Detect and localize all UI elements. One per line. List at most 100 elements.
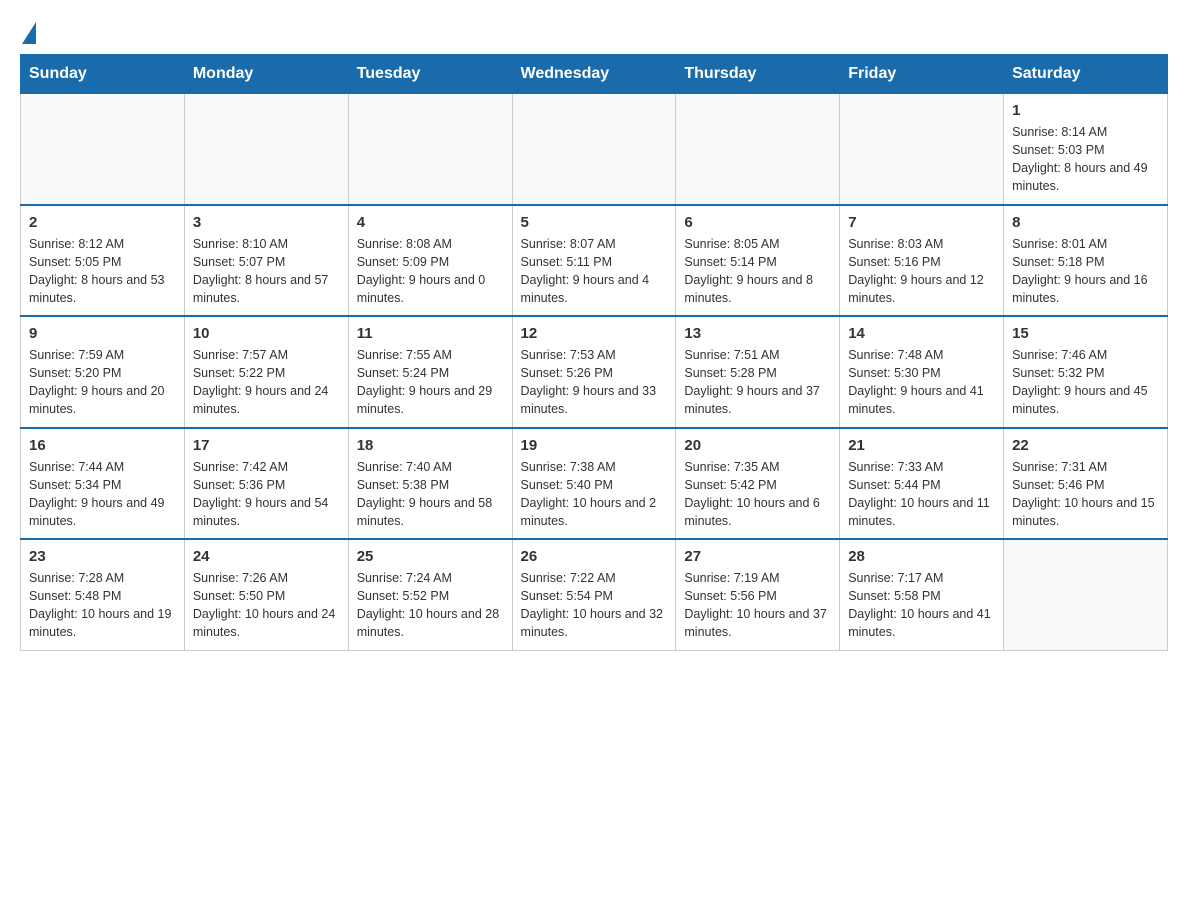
- calendar-week-row: 23 Sunrise: 7:28 AM Sunset: 5:48 PM Dayli…: [21, 539, 1168, 650]
- day-number: 18: [357, 437, 504, 454]
- day-of-week-header: Sunday: [21, 55, 185, 94]
- day-info: Sunrise: 7:40 AM Sunset: 5:38 PM Dayligh…: [357, 458, 504, 531]
- calendar-day-cell: 26 Sunrise: 7:22 AM Sunset: 5:54 PM Dayli…: [512, 539, 676, 650]
- day-info: Sunrise: 7:35 AM Sunset: 5:42 PM Dayligh…: [684, 458, 831, 531]
- page-header: [20, 20, 1168, 44]
- day-number: 5: [521, 214, 668, 231]
- day-number: 6: [684, 214, 831, 231]
- calendar-header-row: SundayMondayTuesdayWednesdayThursdayFrid…: [21, 55, 1168, 94]
- day-number: 9: [29, 325, 176, 342]
- day-number: 7: [848, 214, 995, 231]
- day-number: 20: [684, 437, 831, 454]
- day-number: 16: [29, 437, 176, 454]
- day-info: Sunrise: 8:08 AM Sunset: 5:09 PM Dayligh…: [357, 235, 504, 308]
- day-of-week-header: Saturday: [1004, 55, 1168, 94]
- day-number: 3: [193, 214, 340, 231]
- day-number: 17: [193, 437, 340, 454]
- calendar-day-cell: 17 Sunrise: 7:42 AM Sunset: 5:36 PM Dayli…: [184, 428, 348, 540]
- day-number: 14: [848, 325, 995, 342]
- day-number: 2: [29, 214, 176, 231]
- calendar-day-cell: 4 Sunrise: 8:08 AM Sunset: 5:09 PM Daylig…: [348, 205, 512, 317]
- calendar-day-cell: 24Sunrise: 7:26 AM Sunset: 5:50 PM Dayli…: [184, 539, 348, 650]
- calendar-day-cell: 12 Sunrise: 7:53 AM Sunset: 5:26 PM Dayli…: [512, 316, 676, 428]
- logo: [20, 20, 36, 44]
- day-info: Sunrise: 7:53 AM Sunset: 5:26 PM Dayligh…: [521, 346, 668, 419]
- day-info: Sunrise: 7:17 AM Sunset: 5:58 PM Dayligh…: [848, 569, 995, 642]
- calendar-day-cell: 13 Sunrise: 7:51 AM Sunset: 5:28 PM Dayli…: [676, 316, 840, 428]
- day-number: 10: [193, 325, 340, 342]
- calendar-table: SundayMondayTuesdayWednesdayThursdayFrid…: [20, 54, 1168, 651]
- day-number: 28: [848, 548, 995, 565]
- day-of-week-header: Monday: [184, 55, 348, 94]
- calendar-week-row: 9 Sunrise: 7:59 AM Sunset: 5:20 PM Daylig…: [21, 316, 1168, 428]
- day-info: Sunrise: 7:33 AM Sunset: 5:44 PM Dayligh…: [848, 458, 995, 531]
- day-number: 11: [357, 325, 504, 342]
- day-info: Sunrise: 7:22 AM Sunset: 5:54 PM Dayligh…: [521, 569, 668, 642]
- day-info: Sunrise: 8:05 AM Sunset: 5:14 PM Dayligh…: [684, 235, 831, 308]
- calendar-day-cell: 16 Sunrise: 7:44 AM Sunset: 5:34 PM Dayli…: [21, 428, 185, 540]
- day-info: Sunrise: 7:38 AM Sunset: 5:40 PM Dayligh…: [521, 458, 668, 531]
- calendar-day-cell: 22 Sunrise: 7:31 AM Sunset: 5:46 PM Dayli…: [1004, 428, 1168, 540]
- calendar-day-cell: 8Sunrise: 8:01 AM Sunset: 5:18 PM Daylig…: [1004, 205, 1168, 317]
- calendar-day-cell: 27 Sunrise: 7:19 AM Sunset: 5:56 PM Dayli…: [676, 539, 840, 650]
- calendar-day-cell: 3 Sunrise: 8:10 AM Sunset: 5:07 PM Daylig…: [184, 205, 348, 317]
- calendar-day-cell: 9 Sunrise: 7:59 AM Sunset: 5:20 PM Daylig…: [21, 316, 185, 428]
- calendar-day-cell: 11 Sunrise: 7:55 AM Sunset: 5:24 PM Dayli…: [348, 316, 512, 428]
- calendar-day-cell: 20 Sunrise: 7:35 AM Sunset: 5:42 PM Dayli…: [676, 428, 840, 540]
- calendar-day-cell: 23 Sunrise: 7:28 AM Sunset: 5:48 PM Dayli…: [21, 539, 185, 650]
- calendar-week-row: 1 Sunrise: 8:14 AM Sunset: 5:03 PM Daylig…: [21, 94, 1168, 205]
- calendar-day-cell: 18 Sunrise: 7:40 AM Sunset: 5:38 PM Dayli…: [348, 428, 512, 540]
- day-number: 13: [684, 325, 831, 342]
- day-info: Sunrise: 8:03 AM Sunset: 5:16 PM Dayligh…: [848, 235, 995, 308]
- calendar-day-cell: [348, 94, 512, 205]
- day-number: 24: [193, 548, 340, 565]
- day-info: Sunrise: 7:19 AM Sunset: 5:56 PM Dayligh…: [684, 569, 831, 642]
- day-of-week-header: Thursday: [676, 55, 840, 94]
- day-info: Sunrise: 7:48 AM Sunset: 5:30 PM Dayligh…: [848, 346, 995, 419]
- day-number: 15: [1012, 325, 1159, 342]
- calendar-day-cell: [21, 94, 185, 205]
- day-info: Sunrise: 7:24 AM Sunset: 5:52 PM Dayligh…: [357, 569, 504, 642]
- day-number: 21: [848, 437, 995, 454]
- day-info: Sunrise: 7:59 AM Sunset: 5:20 PM Dayligh…: [29, 346, 176, 419]
- day-info: Sunrise: 7:31 AM Sunset: 5:46 PM Dayligh…: [1012, 458, 1159, 531]
- day-number: 23: [29, 548, 176, 565]
- day-info: Sunrise: 7:51 AM Sunset: 5:28 PM Dayligh…: [684, 346, 831, 419]
- calendar-day-cell: 14 Sunrise: 7:48 AM Sunset: 5:30 PM Dayli…: [840, 316, 1004, 428]
- day-number: 27: [684, 548, 831, 565]
- day-info: Sunrise: 7:28 AM Sunset: 5:48 PM Dayligh…: [29, 569, 176, 642]
- calendar-day-cell: 21 Sunrise: 7:33 AM Sunset: 5:44 PM Dayli…: [840, 428, 1004, 540]
- calendar-day-cell: [1004, 539, 1168, 650]
- day-info: Sunrise: 8:07 AM Sunset: 5:11 PM Dayligh…: [521, 235, 668, 308]
- day-number: 22: [1012, 437, 1159, 454]
- calendar-week-row: 16 Sunrise: 7:44 AM Sunset: 5:34 PM Dayli…: [21, 428, 1168, 540]
- day-number: 4: [357, 214, 504, 231]
- calendar-day-cell: [676, 94, 840, 205]
- day-number: 26: [521, 548, 668, 565]
- calendar-day-cell: 19Sunrise: 7:38 AM Sunset: 5:40 PM Dayli…: [512, 428, 676, 540]
- day-info: Sunrise: 8:10 AM Sunset: 5:07 PM Dayligh…: [193, 235, 340, 308]
- calendar-day-cell: 28 Sunrise: 7:17 AM Sunset: 5:58 PM Dayli…: [840, 539, 1004, 650]
- calendar-day-cell: 2 Sunrise: 8:12 AM Sunset: 5:05 PM Daylig…: [21, 205, 185, 317]
- calendar-day-cell: 7 Sunrise: 8:03 AM Sunset: 5:16 PM Daylig…: [840, 205, 1004, 317]
- calendar-day-cell: [840, 94, 1004, 205]
- day-number: 12: [521, 325, 668, 342]
- calendar-day-cell: [512, 94, 676, 205]
- day-info: Sunrise: 8:01 AM Sunset: 5:18 PM Dayligh…: [1012, 235, 1159, 308]
- calendar-day-cell: [184, 94, 348, 205]
- day-info: Sunrise: 7:42 AM Sunset: 5:36 PM Dayligh…: [193, 458, 340, 531]
- day-info: Sunrise: 8:14 AM Sunset: 5:03 PM Dayligh…: [1012, 123, 1159, 196]
- day-info: Sunrise: 7:57 AM Sunset: 5:22 PM Dayligh…: [193, 346, 340, 419]
- day-info: Sunrise: 8:12 AM Sunset: 5:05 PM Dayligh…: [29, 235, 176, 308]
- day-info: Sunrise: 7:44 AM Sunset: 5:34 PM Dayligh…: [29, 458, 176, 531]
- calendar-day-cell: 6 Sunrise: 8:05 AM Sunset: 5:14 PM Daylig…: [676, 205, 840, 317]
- calendar-day-cell: 10 Sunrise: 7:57 AM Sunset: 5:22 PM Dayli…: [184, 316, 348, 428]
- calendar-day-cell: 5 Sunrise: 8:07 AM Sunset: 5:11 PM Daylig…: [512, 205, 676, 317]
- calendar-day-cell: 15 Sunrise: 7:46 AM Sunset: 5:32 PM Dayli…: [1004, 316, 1168, 428]
- day-info: Sunrise: 7:55 AM Sunset: 5:24 PM Dayligh…: [357, 346, 504, 419]
- day-number: 1: [1012, 102, 1159, 119]
- day-of-week-header: Wednesday: [512, 55, 676, 94]
- calendar-day-cell: 25 Sunrise: 7:24 AM Sunset: 5:52 PM Dayli…: [348, 539, 512, 650]
- day-number: 25: [357, 548, 504, 565]
- day-info: Sunrise: 7:46 AM Sunset: 5:32 PM Dayligh…: [1012, 346, 1159, 419]
